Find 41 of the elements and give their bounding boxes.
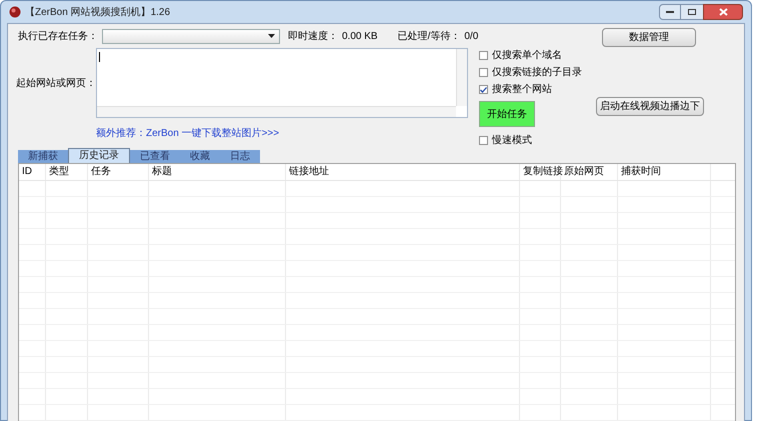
start-task-button[interactable]: 开始任务 [479,101,535,127]
column-header[interactable]: 任务 [88,164,149,180]
close-icon [718,8,728,16]
checkbox-label: 仅搜索链接的子目录 [492,66,582,80]
scrollbar[interactable] [456,49,467,106]
tab[interactable]: 历史记录 [68,148,130,163]
task-label: 执行已存在任务： [18,30,98,44]
column-header[interactable]: 链接地址 [286,164,520,180]
tab[interactable]: 日志 [220,150,260,163]
tab[interactable]: 已查看 [130,150,180,163]
checkbox[interactable] [479,51,488,60]
tab[interactable]: 新捕获 [18,150,68,163]
close-button[interactable] [703,4,743,20]
speed-label: 即时速度： [288,30,338,44]
checkbox-label: 搜索整个网站 [492,82,552,97]
speed-value: 0.00 KB [342,30,378,44]
app-icon [9,6,21,18]
caret-icon [268,34,275,38]
column-header[interactable]: 标题 [149,164,286,180]
progress-label: 已处理/等待： [398,30,460,44]
column-header[interactable]: ID [19,164,46,180]
column-header[interactable]: 类型 [46,164,88,180]
window-title: 【ZerBon 网站视频搜刮机】1.26 [25,6,170,20]
checkbox[interactable] [479,85,488,94]
task-dropdown[interactable] [102,28,280,44]
column-header[interactable]: 复制链接 [520,164,561,180]
checkbox-label: 慢速模式 [492,134,532,148]
checkbox[interactable] [479,68,488,77]
data-manage-button[interactable]: 数据管理 [602,28,696,47]
column-header[interactable]: 捕获时间 [618,164,711,180]
promo-link[interactable]: 额外推荐：ZerBon 一键下载整站图片>>> [96,126,280,141]
scrollbar[interactable] [97,106,456,117]
maximize-button[interactable] [681,4,703,20]
minimize-button[interactable] [659,4,681,20]
progress-value: 0/0 [464,30,478,44]
checkbox[interactable] [479,136,488,145]
start-url-field[interactable] [96,48,468,118]
tab[interactable]: 收藏 [180,150,220,163]
checkbox-label: 仅搜索单个域名 [492,48,562,63]
start-url-label: 起始网站或网页： [16,76,96,90]
online-video-button[interactable]: 启动在线视频边播边下 [596,97,704,116]
